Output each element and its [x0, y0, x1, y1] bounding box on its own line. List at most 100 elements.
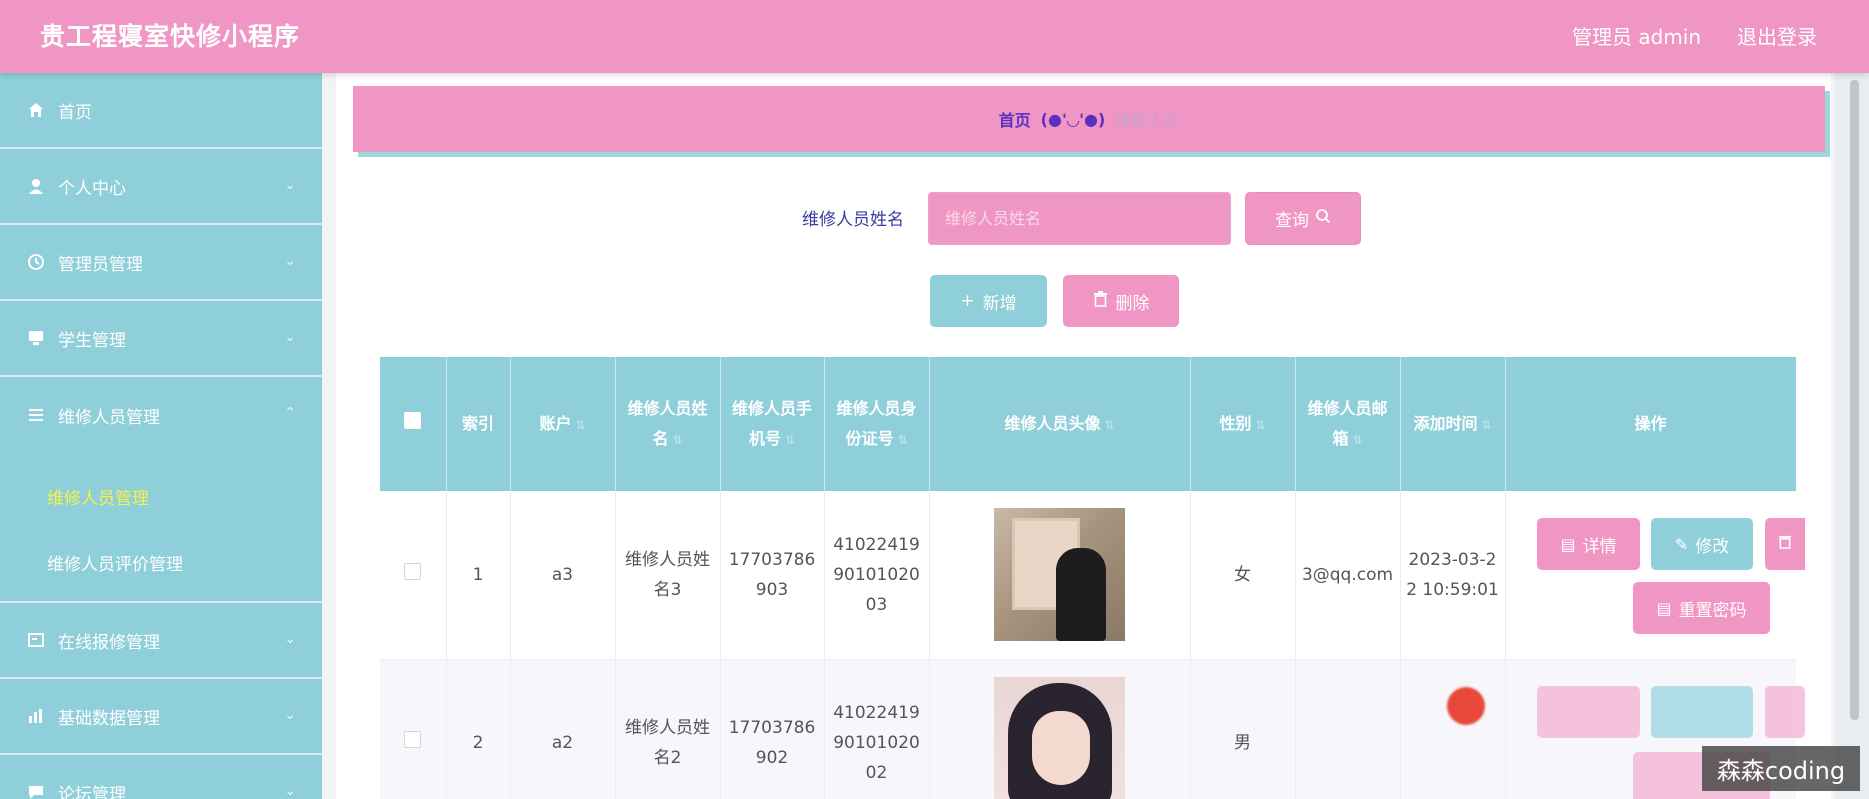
- cell-name: 维修人员姓名2: [615, 659, 721, 799]
- delete-button[interactable]: 删除: [1063, 275, 1179, 327]
- card-icon: [26, 630, 46, 650]
- cell-id-card: 410224199010102002: [824, 659, 930, 799]
- row-delete-button[interactable]: [1765, 518, 1805, 570]
- column-header[interactable]: 维修人员手机号 ⇅: [720, 357, 825, 491]
- home-icon: [26, 100, 46, 120]
- chevron-down-icon: ⌄: [284, 783, 296, 799]
- sidebar-item-students[interactable]: 学生管理 ⌄: [0, 301, 322, 377]
- scrollbar-thumb[interactable]: [1850, 80, 1859, 720]
- chevron-down-icon: ⌄: [284, 177, 296, 193]
- edit-button[interactable]: ✎ 修改: [1651, 518, 1753, 570]
- chart-icon: [26, 706, 46, 726]
- cell-avatar: [929, 491, 1191, 660]
- query-button[interactable]: 查询: [1245, 192, 1361, 245]
- sidebar-item-profile[interactable]: 个人中心 ⌄: [0, 149, 322, 225]
- cell-added-time: 2023-03-22 10:59:01: [1400, 491, 1506, 660]
- add-label: 新增: [982, 293, 1017, 314]
- select-all-checkbox[interactable]: [404, 412, 422, 429]
- submenu-repairers: 维修人员管理 维修人员评价管理: [0, 453, 322, 603]
- select-all-cell: [380, 357, 447, 491]
- row-delete-button[interactable]: [1765, 686, 1805, 738]
- avatar[interactable]: [994, 676, 1125, 799]
- breadcrumb-current: 维修人员: [1115, 111, 1180, 130]
- sort-icon[interactable]: ⇅: [575, 418, 585, 432]
- edit-button[interactable]: [1651, 686, 1753, 738]
- list-icon: [26, 405, 46, 425]
- top-bar: 贵工程寝室快修小程序 管理员 admin 退出登录: [0, 0, 1869, 73]
- chevron-down-icon: ⌄: [284, 253, 296, 269]
- chevron-down-icon: ⌄: [284, 631, 296, 647]
- sort-icon[interactable]: ⇅: [1255, 418, 1265, 432]
- reset-password-button[interactable]: ▤ 重置密码: [1633, 582, 1770, 634]
- submenu-item-repairer-reviews[interactable]: 维修人员评价管理: [0, 529, 322, 595]
- cell-account: a2: [510, 659, 616, 799]
- sidebar-item-label: 首页: [58, 102, 92, 123]
- sidebar-item-label: 个人中心: [58, 178, 126, 199]
- watermark: 森森coding: [1702, 746, 1860, 791]
- chevron-down-icon: ⌄: [284, 707, 296, 723]
- sort-icon[interactable]: ⇅: [1481, 418, 1491, 432]
- breadcrumb-separator: (●'◡'●): [1040, 109, 1106, 129]
- detail-button[interactable]: ▤ 详情: [1537, 518, 1640, 570]
- logout-link[interactable]: 退出登录: [1737, 21, 1817, 50]
- table-row: 1 a3 维修人员姓名3 17703786903 410224199010102…: [380, 491, 1796, 660]
- monitor-icon: [26, 328, 46, 348]
- sort-icon[interactable]: ⇅: [897, 433, 907, 447]
- sort-icon[interactable]: ⇅: [1104, 418, 1114, 432]
- column-header[interactable]: 维修人员姓名 ⇅: [615, 357, 721, 491]
- breadcrumb-home[interactable]: 首页: [999, 107, 1031, 131]
- sidebar-item-label: 管理员管理: [58, 254, 143, 275]
- sidebar-item-home[interactable]: 首页: [0, 73, 322, 149]
- sidebar-item-repairers[interactable]: 维修人员管理 ⌃: [0, 377, 322, 453]
- row-checkbox[interactable]: [404, 562, 422, 580]
- clock-icon: [26, 252, 46, 272]
- cell-account: a3: [510, 491, 616, 660]
- column-header[interactable]: 维修人员身份证号 ⇅: [824, 357, 930, 491]
- sidebar-item-online-repairs[interactable]: 在线报修管理 ⌄: [0, 603, 322, 679]
- cell-avatar: [929, 659, 1191, 799]
- trash-icon: [1093, 290, 1108, 312]
- sidebar-item-admin[interactable]: 管理员管理 ⌄: [0, 225, 322, 301]
- notification-dot: [1447, 687, 1485, 725]
- sort-icon[interactable]: ⇅: [785, 433, 795, 447]
- sidebar-item-label: 学生管理: [58, 330, 126, 351]
- cell-gender: 男: [1190, 659, 1296, 799]
- current-user: 管理员 admin: [1571, 25, 1701, 49]
- column-header[interactable]: 维修人员头像 ⇅: [929, 357, 1191, 491]
- app-title: 贵工程寝室快修小程序: [40, 22, 301, 51]
- cell-name: 维修人员姓名3: [615, 491, 721, 660]
- trash-icon: [1778, 534, 1792, 554]
- sidebar: 首页 个人中心 ⌄ 管理员管理 ⌄ 学生管理 ⌄ 维修人员管理 ⌃ 维修人员管理…: [0, 73, 322, 799]
- query-label: 查询: [1275, 211, 1309, 231]
- chat-icon: [26, 782, 46, 799]
- cell-phone: 17703786903: [720, 491, 825, 660]
- column-header[interactable]: 性别 ⇅: [1190, 357, 1296, 491]
- column-header[interactable]: 维修人员邮箱 ⇅: [1295, 357, 1401, 491]
- sort-icon[interactable]: ⇅: [1352, 433, 1362, 447]
- breadcrumb: 首页 (●'◡'●) 维修人员: [353, 86, 1825, 152]
- row-checkbox[interactable]: [404, 731, 422, 748]
- delete-label: 删除: [1115, 293, 1150, 314]
- reset-password-label: 重置密码: [1678, 600, 1747, 621]
- sort-icon[interactable]: ⇅: [672, 433, 682, 447]
- submenu-item-repairer-management[interactable]: 维修人员管理: [0, 463, 322, 529]
- search-label: 维修人员姓名: [802, 210, 904, 230]
- avatar[interactable]: [994, 508, 1125, 642]
- sidebar-item-forum[interactable]: 论坛管理 ⌄: [0, 755, 322, 799]
- search-input[interactable]: [928, 192, 1231, 245]
- sidebar-item-label: 论坛管理: [58, 784, 126, 799]
- column-header[interactable]: 添加时间 ⇅: [1400, 357, 1506, 491]
- detail-button[interactable]: [1537, 686, 1640, 738]
- column-header[interactable]: 账户 ⇅: [510, 357, 616, 491]
- sidebar-item-label: 维修人员管理: [58, 407, 160, 428]
- document-icon: ▤: [1656, 598, 1672, 618]
- user-icon: [26, 176, 46, 196]
- sidebar-item-basic-data[interactable]: 基础数据管理 ⌄: [0, 679, 322, 755]
- column-header[interactable]: 索引: [446, 357, 511, 491]
- cell-phone: 17703786902: [720, 659, 825, 799]
- chevron-down-icon: ⌄: [284, 329, 296, 345]
- cell-index: 1: [446, 491, 511, 660]
- add-button[interactable]: + 新增: [930, 275, 1047, 327]
- detail-label: 详情: [1582, 536, 1617, 557]
- table-header-row: 索引 账户 ⇅ 维修人员姓名 ⇅ 维修人员手机号 ⇅ 维修人员身份证号 ⇅ 维修人员头像…: [380, 357, 1796, 491]
